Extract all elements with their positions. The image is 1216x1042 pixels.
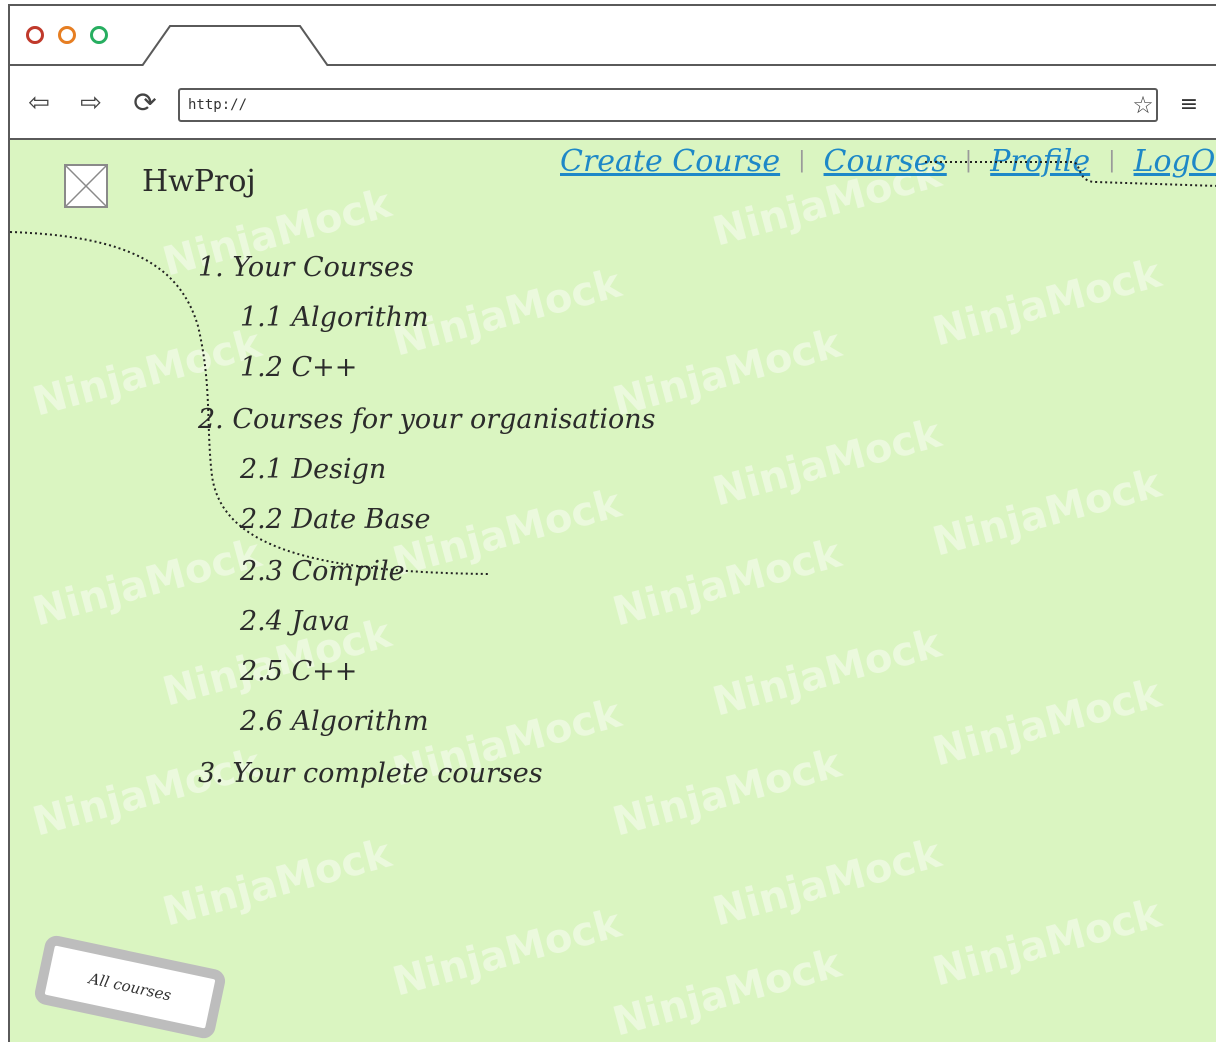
outline-course-item[interactable]: 2.2 Date Base bbox=[240, 504, 430, 535]
browser-tab[interactable] bbox=[140, 22, 330, 66]
outline-course-item[interactable]: 2.1 Design bbox=[240, 454, 386, 485]
outline-section-organisation-courses[interactable]: 2. Courses for your organisations bbox=[198, 404, 655, 435]
reload-icon[interactable]: ⟳ bbox=[128, 88, 162, 118]
outline-section-complete-courses[interactable]: 3. Your complete courses bbox=[198, 758, 543, 789]
outline-course-item[interactable]: 1.1 Algorithm bbox=[240, 302, 429, 333]
course-outline: 1. Your Courses 1.1 Algorithm 1.2 C++ 2.… bbox=[10, 140, 1216, 1042]
close-window-button[interactable] bbox=[26, 26, 44, 44]
outline-section-your-courses[interactable]: 1. Your Courses bbox=[198, 252, 414, 283]
outline-course-item[interactable]: 2.5 C++ bbox=[240, 656, 357, 687]
page-content: NinjaMock NinjaMock NinjaMock NinjaMock … bbox=[10, 140, 1216, 1042]
maximize-window-button[interactable] bbox=[90, 26, 108, 44]
all-courses-label: All courses bbox=[87, 969, 173, 1005]
menu-icon[interactable]: ≡ bbox=[1174, 88, 1204, 122]
outline-course-item[interactable]: 1.2 C++ bbox=[240, 352, 357, 383]
outline-course-item[interactable]: 2.3 Compile bbox=[240, 556, 405, 587]
forward-arrow-icon[interactable]: ⇨ bbox=[74, 88, 108, 118]
back-arrow-icon[interactable]: ⇦ bbox=[22, 88, 56, 118]
browser-window: ⇦ ⇨ ⟳ http:// ☆ ≡ NinjaMock NinjaMock Ni… bbox=[8, 4, 1216, 1042]
outline-course-item[interactable]: 2.4 Java bbox=[240, 606, 350, 637]
url-input[interactable]: http:// bbox=[178, 88, 1158, 122]
outline-course-item[interactable]: 2.6 Algorithm bbox=[240, 706, 429, 737]
title-bar bbox=[10, 6, 1216, 66]
address-bar: ⇦ ⇨ ⟳ http:// ☆ ≡ bbox=[10, 66, 1216, 140]
minimize-window-button[interactable] bbox=[58, 26, 76, 44]
bookmark-star-icon[interactable]: ☆ bbox=[1128, 88, 1158, 122]
